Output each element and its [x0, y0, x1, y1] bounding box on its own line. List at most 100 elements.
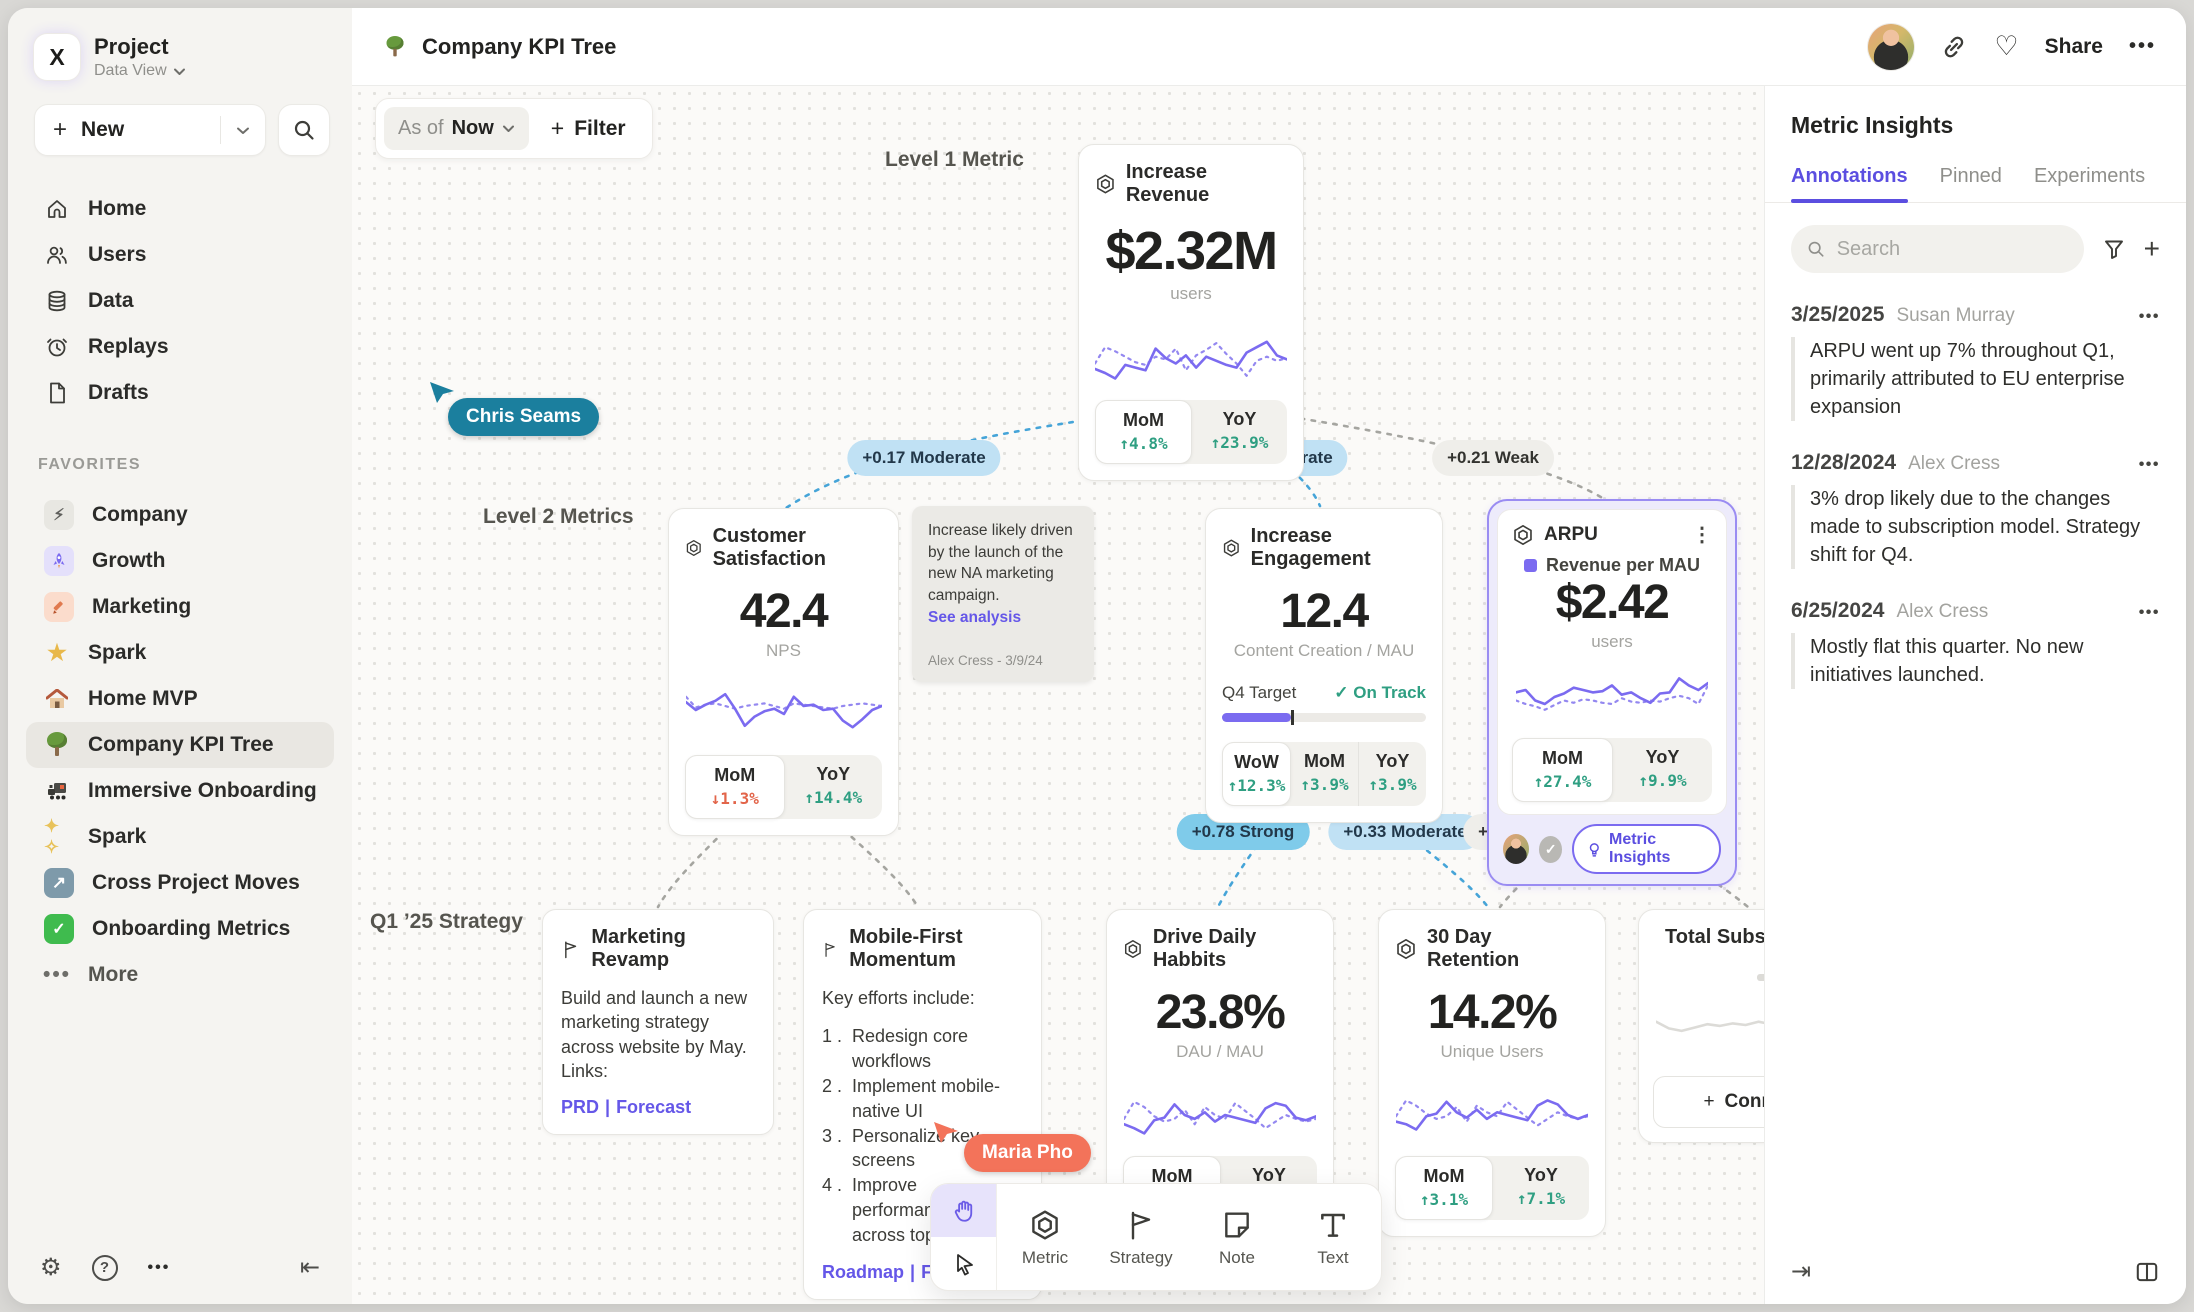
forecast-link[interactable]: Forecast: [616, 1097, 691, 1117]
strategy-level-label: Q1 ’25 Strategy: [370, 910, 523, 934]
tool-text[interactable]: Text: [1285, 1184, 1381, 1290]
sidebar-search-button[interactable]: [278, 104, 330, 156]
annotation-entry[interactable]: 6/25/2024 Alex Cress ••• Mostly flat thi…: [1791, 599, 2160, 689]
lightning-icon: ⚡︎: [44, 500, 74, 530]
sidebar-item-company[interactable]: ⚡︎ Company: [26, 492, 334, 538]
prd-link[interactable]: PRD: [561, 1097, 599, 1117]
sidebar-item-onboarding-metrics[interactable]: ✓ Onboarding Metrics: [26, 906, 334, 952]
connect-data-button[interactable]: +Connect: [1653, 1076, 1764, 1128]
badge-mom[interactable]: MoM↑3.9%: [1291, 742, 1358, 806]
sidebar-item-users[interactable]: Users: [26, 232, 334, 278]
tab-pinned[interactable]: Pinned: [1940, 165, 2002, 202]
annotation-menu-icon[interactable]: •••: [2139, 456, 2160, 474]
metric-card-total-subscriptions[interactable]: Total Subscriptions +Connect: [1638, 909, 1764, 1143]
metric-card-30-day-retention[interactable]: 30 Day Retention 14.2% Unique Users MoM↑…: [1378, 909, 1606, 1237]
help-icon[interactable]: ?: [92, 1255, 118, 1281]
badge-yoy[interactable]: YoY↑14.4%: [785, 755, 883, 819]
annotation-menu-icon[interactable]: •••: [2139, 604, 2160, 622]
annotations-search[interactable]: [1791, 225, 2084, 273]
metric-insights-chip[interactable]: Metric Insights: [1572, 824, 1721, 874]
more-menu-icon[interactable]: •••: [2129, 35, 2156, 58]
select-tool-button[interactable]: [931, 1237, 996, 1290]
tab-annotations[interactable]: Annotations: [1791, 165, 1908, 202]
metric-card-increase-revenue[interactable]: Increase Revenue $2.32M users MoM↑4.8% Y…: [1078, 144, 1304, 481]
tool-note[interactable]: Note: [1189, 1184, 1285, 1290]
tool-strategy[interactable]: Strategy: [1093, 1184, 1189, 1290]
collapse-sidebar-icon[interactable]: ⇤: [300, 1253, 320, 1282]
sidebar-item-company-kpi-tree[interactable]: Company KPI Tree: [26, 722, 334, 768]
workspace-name: Data View: [94, 62, 167, 80]
badge-wow[interactable]: WoW↑12.3%: [1222, 742, 1291, 806]
kpi-tree-canvas[interactable]: As of Now + Filter Level 1 Metric Level …: [352, 86, 1764, 1304]
badge-yoy[interactable]: YoY↑7.1%: [1493, 1156, 1589, 1220]
level2-label: Level 2 Metrics: [483, 505, 634, 529]
metric-unit: users: [1095, 284, 1287, 304]
metric-tool-icon: [1029, 1209, 1061, 1241]
new-button[interactable]: + New: [34, 104, 266, 156]
tool-metric[interactable]: Metric: [997, 1184, 1093, 1290]
sidebar-item-drafts[interactable]: Drafts: [26, 370, 334, 416]
badge-mom[interactable]: MoM↑3.1%: [1395, 1156, 1493, 1220]
filter-funnel-icon[interactable]: [2102, 237, 2126, 261]
hand-tool-button[interactable]: [931, 1184, 996, 1237]
user-avatar[interactable]: [1868, 24, 1914, 70]
favorite-heart-icon[interactable]: ♡: [1994, 31, 2018, 62]
strategy-card-marketing-revamp[interactable]: Marketing Revamp Build and launch a new …: [542, 909, 774, 1135]
split-view-icon[interactable]: [2134, 1259, 2160, 1285]
sidebar-item-cross-project-moves[interactable]: ↗ Cross Project Moves: [26, 860, 334, 906]
sidebar-item-spark-2[interactable]: ✦ ✧ Spark: [26, 814, 334, 860]
sidebar-item-data[interactable]: Data: [26, 278, 334, 324]
annotation-entry[interactable]: 12/28/2024 Alex Cress ••• 3% drop likely…: [1791, 451, 2160, 569]
roadmap-link[interactable]: Roadmap: [822, 1262, 904, 1282]
more-options-icon[interactable]: •••: [148, 1259, 171, 1277]
filter-button[interactable]: + Filter: [533, 115, 644, 142]
badge-mom[interactable]: MoM↑27.4%: [1512, 738, 1613, 802]
strategy-flag-icon: [561, 939, 580, 960]
sidebar-item-home-mvp[interactable]: Home MVP: [26, 676, 334, 722]
sidebar-item-growth[interactable]: Growth: [26, 538, 334, 584]
tab-experiments[interactable]: Experiments: [2034, 165, 2145, 202]
metric-unit: DAU / MAU: [1123, 1042, 1317, 1062]
see-analysis-link[interactable]: See analysis: [928, 609, 1078, 627]
annotation-note-card[interactable]: Increase likely driven by the launch of …: [912, 506, 1094, 682]
as-of-dropdown[interactable]: As of Now: [384, 107, 529, 150]
target-label: Q4 Target: [1222, 683, 1296, 703]
panel-tabs: Annotations Pinned Experiments: [1765, 165, 2186, 203]
share-button[interactable]: Share: [2045, 35, 2103, 59]
project-switcher[interactable]: X Project Data View: [8, 8, 352, 80]
chevron-down-icon: [173, 67, 186, 76]
sidebar-item-more[interactable]: ••• More: [26, 952, 334, 998]
sidebar-item-spark[interactable]: ★ Spark: [26, 630, 334, 676]
annotation-menu-icon[interactable]: •••: [2139, 308, 2160, 326]
settings-gear-icon[interactable]: ⚙: [40, 1253, 62, 1282]
metric-card-arpu-selected[interactable]: ARPU ⋮ Revenue per MAU $2.42 users MoM↑2…: [1487, 499, 1737, 886]
copy-link-icon[interactable]: [1940, 33, 1968, 61]
sidebar-item-marketing[interactable]: Marketing: [26, 584, 334, 630]
badge-yoy[interactable]: YoY↑3.9%: [1358, 742, 1426, 806]
new-dropdown-button[interactable]: [221, 126, 265, 135]
badge-yoy[interactable]: YoY↑23.9%: [1192, 400, 1287, 464]
workspace-dropdown[interactable]: Data View: [94, 62, 186, 80]
search-icon: [293, 119, 315, 141]
sidebar-item-replays[interactable]: Replays: [26, 324, 334, 370]
arrow-up-right-icon: ↗: [44, 868, 74, 898]
badge-yoy[interactable]: YoY↑9.9%: [1613, 738, 1712, 802]
correlation-badge[interactable]: +0.17 Moderate: [847, 440, 1000, 476]
strategy-title: Mobile-First Momentum: [849, 926, 1023, 972]
project-name: Project: [94, 34, 186, 60]
annotation-entry[interactable]: 3/25/2025 Susan Murray ••• ARPU went up …: [1791, 303, 2160, 421]
card-menu-icon[interactable]: ⋮: [1692, 522, 1712, 547]
collapse-panel-icon[interactable]: ⇥: [1791, 1257, 1811, 1286]
add-annotation-icon[interactable]: +: [2144, 233, 2160, 265]
metric-card-customer-satisfaction[interactable]: Customer Satisfaction 42.4 NPS MoM↓1.3% …: [668, 508, 899, 836]
sidebar-item-immersive-onboarding[interactable]: Immersive Onboarding: [26, 768, 334, 814]
badge-mom[interactable]: MoM↓1.3%: [685, 755, 785, 819]
annotation-author: Alex Cress: [1896, 601, 1988, 623]
badge-mom[interactable]: MoM↑4.8%: [1095, 400, 1192, 464]
plus-icon: +: [551, 115, 564, 142]
sidebar-item-home[interactable]: Home: [26, 186, 334, 232]
pencil-icon: [44, 592, 74, 622]
correlation-badge[interactable]: +0.21 Weak: [1432, 440, 1554, 476]
metric-card-increase-engagement[interactable]: Increase Engagement 12.4 Content Creatio…: [1205, 508, 1443, 823]
search-input[interactable]: [1837, 238, 2068, 261]
